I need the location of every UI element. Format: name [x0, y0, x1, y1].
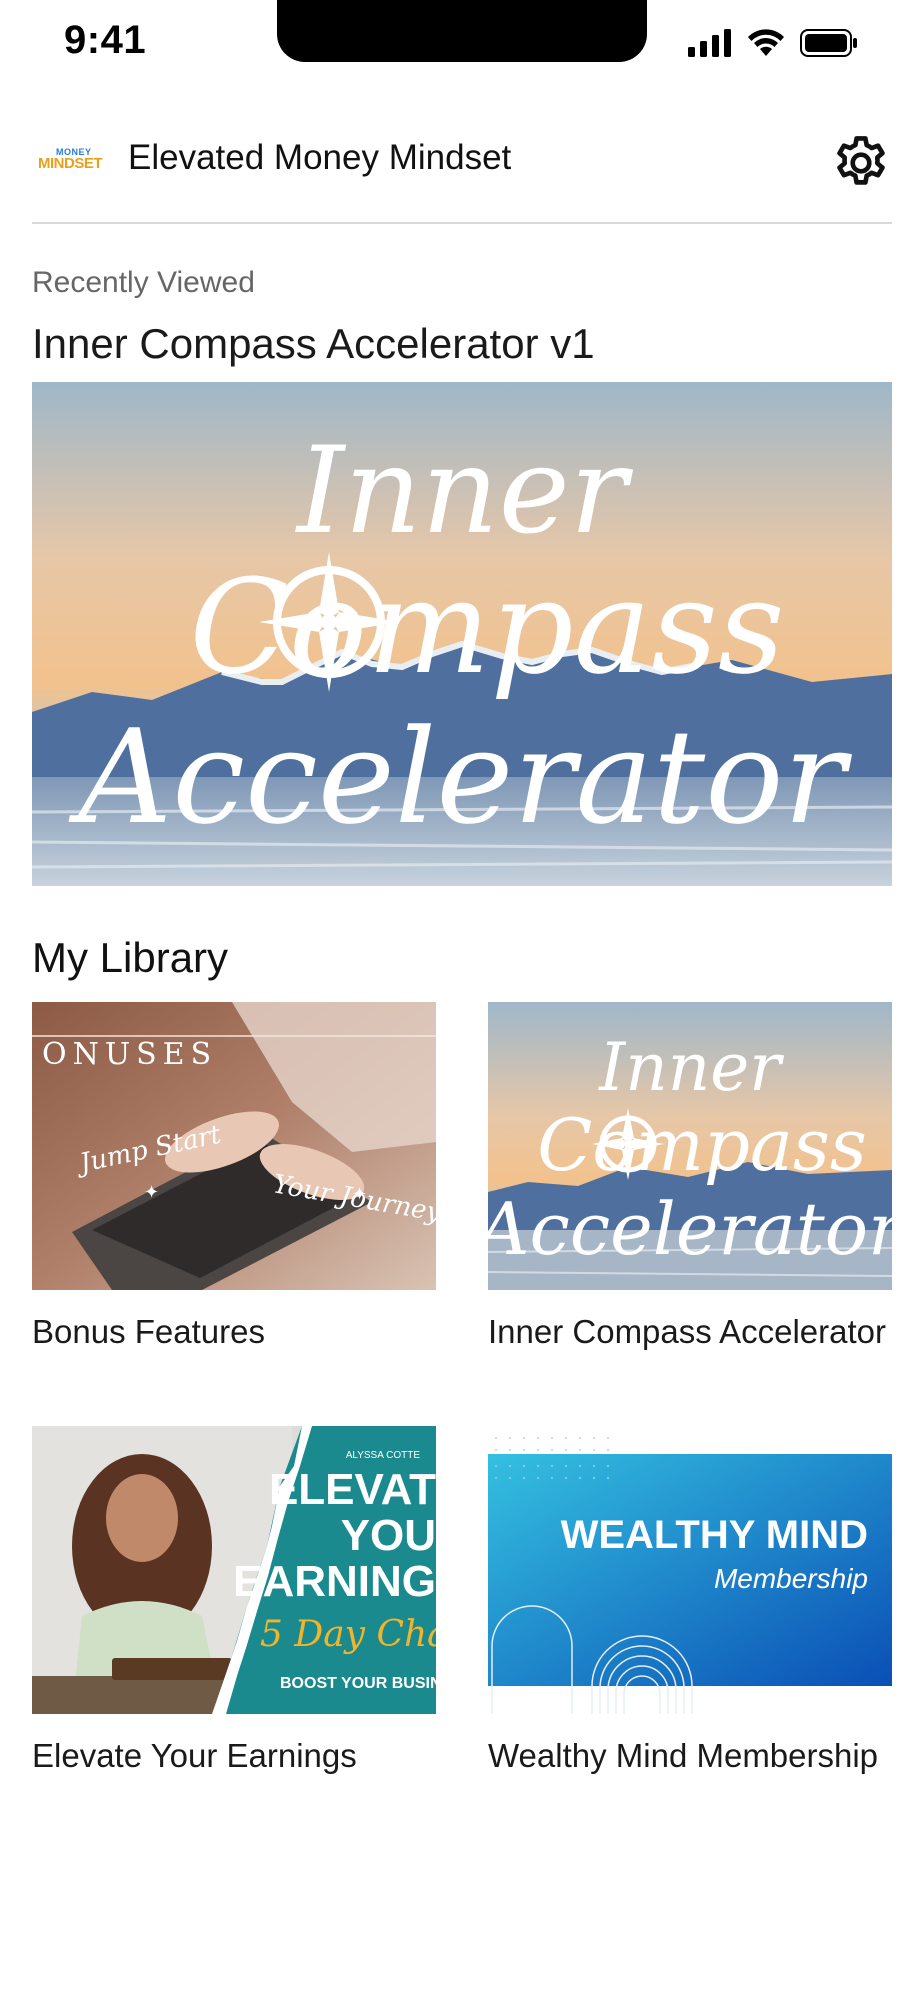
library-card-elevate-earnings[interactable]: ALYSSA COTTE ELEVAT YOU EARNING 5 Day Ch… — [32, 1426, 436, 1782]
app-header: MONEY MINDSET Elevated Money Mindset — [32, 120, 892, 224]
sparkle-icon: ✦ — [144, 1182, 159, 1202]
app-title: Elevated Money Mindset — [128, 138, 512, 177]
status-icons — [688, 28, 858, 58]
wealthy-mind-title: WEALTHY MIND — [561, 1513, 868, 1557]
elevate-line-1: ELEVAT — [269, 1465, 436, 1514]
library-card-wealthy-mind[interactable]: WEALTHY MIND Membership Wealthy Mind Mem… — [488, 1426, 892, 1782]
library-card-label: Inner Compass Accelerator — [488, 1313, 887, 1350]
bonus-features-thumbnail[interactable]: ONUSES Jump Start Your Journey ✦ ✦ — [32, 1002, 436, 1290]
notch — [277, 0, 647, 62]
library-card-bonus-features[interactable]: ONUSES Jump Start Your Journey ✦ ✦ Bonus… — [32, 1002, 436, 1358]
wifi-icon — [748, 29, 784, 56]
inner-compass-hero-image: Inner Compass Accelerator — [32, 382, 892, 886]
wealthy-mind-subtitle: Membership — [714, 1563, 868, 1594]
sparkle-icon: ✦ — [352, 1184, 367, 1204]
library-title: My Library — [32, 934, 229, 981]
elevate-line-3: EARNING — [233, 1557, 436, 1606]
status-time: 9:41 — [64, 18, 147, 62]
thumb-word-2: Compass — [537, 1103, 867, 1187]
library-card-label: Wealthy Mind Membership — [488, 1737, 879, 1774]
elevate-author-name: ALYSSA COTTE — [346, 1450, 421, 1461]
thumb-word-3: Accelerator — [488, 1187, 892, 1271]
logo-main-text: MINDSET — [38, 155, 103, 172]
app-logo[interactable]: MONEY MINDSET — [38, 147, 103, 177]
inner-compass-thumbnail[interactable]: Inner Compass Accelerator — [488, 1002, 892, 1290]
thumb-word-1: Inner — [598, 1029, 784, 1106]
library-card-label: Elevate Your Earnings — [32, 1737, 357, 1774]
recently-viewed-thumbnail[interactable]: Inner Compass Accelerator — [32, 382, 892, 886]
signal-icon — [688, 29, 731, 57]
battery-icon — [800, 29, 857, 57]
hero-word-3: Accelerator — [68, 701, 852, 853]
hero-word-1: Inner — [295, 422, 634, 561]
library-card-inner-compass[interactable]: Inner Compass Accelerator Inner Compass … — [488, 1002, 892, 1358]
gear-icon[interactable] — [830, 132, 892, 194]
bonus-image-heading: ONUSES — [42, 1037, 217, 1072]
recently-viewed-label: Recently Viewed — [32, 266, 255, 299]
elevate-script: 5 Day Challe — [260, 1614, 436, 1655]
wealthy-mind-thumbnail[interactable]: WEALTHY MIND Membership — [488, 1426, 892, 1714]
elevate-tagline: BOOST YOUR BUSIN — [280, 1675, 436, 1692]
status-bar: 9:41 — [0, 0, 924, 80]
elevate-line-2: YOU — [341, 1511, 436, 1560]
elevate-earnings-thumbnail[interactable]: ALYSSA COTTE ELEVAT YOU EARNING 5 Day Ch… — [32, 1426, 436, 1714]
library-card-label: Bonus Features — [32, 1313, 265, 1350]
recently-viewed-title[interactable]: Inner Compass Accelerator v1 — [32, 320, 595, 368]
